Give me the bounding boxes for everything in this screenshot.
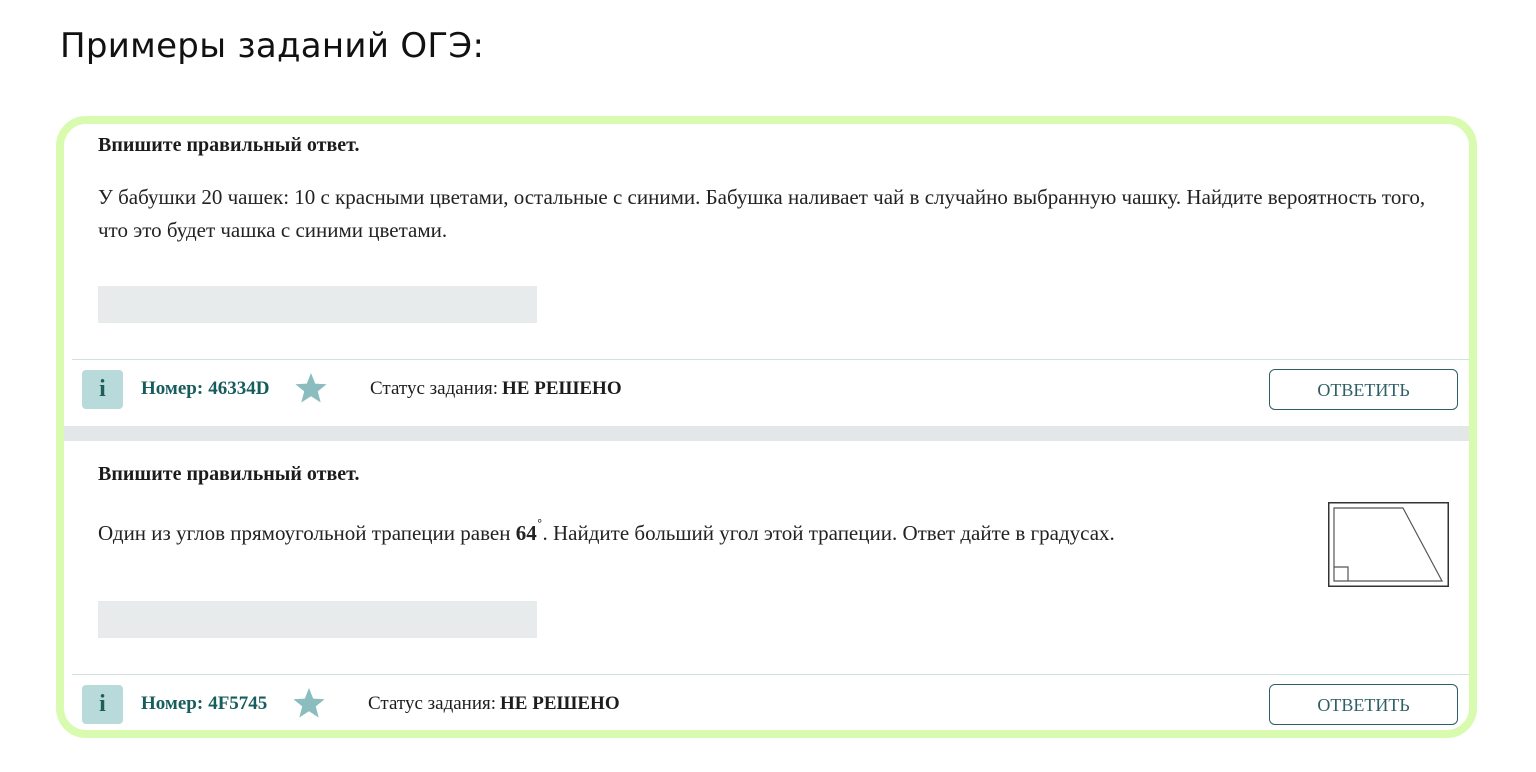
task-card-4F5745: Впишите правильный ответ. Один из углов … [64,441,1469,730]
task-number-value: 4F5745 [208,693,268,714]
task-separator [64,426,1469,441]
task-number-label: Номер: [141,378,204,399]
angle-value: 64 [515,521,537,545]
answer-input[interactable] [98,286,537,323]
task-instruction: Впишите правильный ответ. [98,463,360,485]
task-question: У бабушки 20 чашек: 10 с красными цветам… [98,181,1448,247]
info-button[interactable]: i [82,685,123,724]
task-footer: i Номер: 4F5745 Статус задания: НЕ РЕШЕНО … [72,674,1469,730]
page-title: Примеры заданий ОГЭ: [60,26,485,66]
info-button[interactable]: i [82,370,123,409]
answer-button[interactable]: ОТВЕТИТЬ [1269,369,1458,410]
task-number: Номер: 46334D [141,378,269,400]
question-text-start: Один из углов прямоугольной трапеции рав… [98,521,516,545]
star-icon[interactable] [294,372,328,404]
task-status: Статус задания: НЕ РЕШЕНО [370,378,622,400]
task-question: Один из углов прямоугольной трапеции рав… [98,510,1288,550]
star-icon[interactable] [292,687,326,719]
task-footer: i Номер: 46334D Статус задания: НЕ РЕШЕНО … [72,359,1469,420]
tasks-frame: Впишите правильный ответ. У бабушки 20 ч… [56,116,1477,738]
question-text-end: . Найдите больший угол этой трапеции. От… [542,521,1115,545]
status-label: Статус задания: [370,378,499,399]
question-text-line: У бабушки 20 чашек: 10 с красными цветам… [98,185,1426,209]
status-value: НЕ РЕШЕНО [500,693,620,714]
task-number-value: 46334D [208,378,270,399]
task-instruction: Впишите правильный ответ. [98,134,360,156]
answer-button[interactable]: ОТВЕТИТЬ [1269,684,1458,725]
task-card-46334D: Впишите правильный ответ. У бабушки 20 ч… [64,124,1469,426]
task-number-label: Номер: [141,693,204,714]
right-trapezoid-figure [1328,502,1449,587]
status-label: Статус задания: [368,693,497,714]
question-text-line: что это будет чашка с синими цветами. [98,218,448,242]
status-value: НЕ РЕШЕНО [502,378,622,399]
task-status: Статус задания: НЕ РЕШЕНО [368,693,620,715]
answer-input[interactable] [98,601,537,638]
task-number: Номер: 4F5745 [141,693,267,715]
